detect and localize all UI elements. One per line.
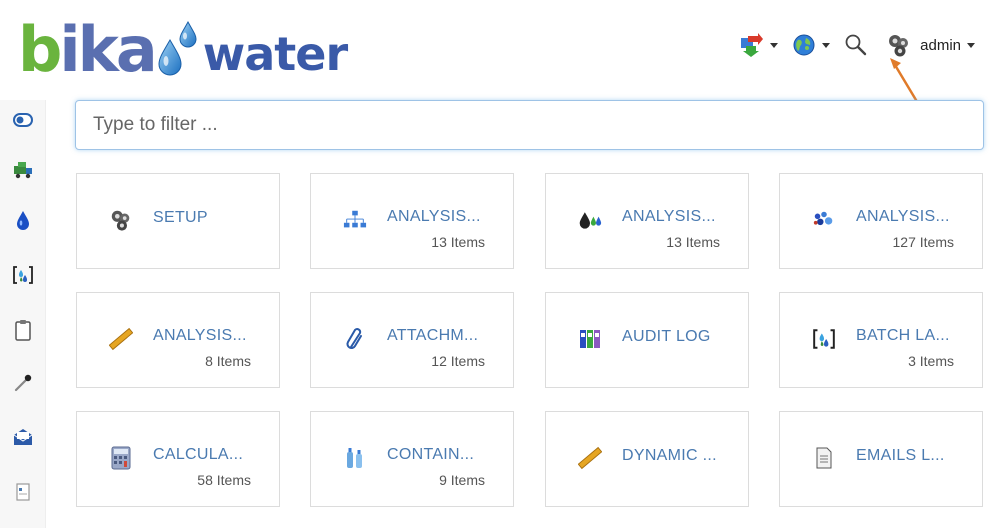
tile-title: ANALYSIS... xyxy=(622,208,716,225)
truck-icon xyxy=(14,162,32,179)
sample-bracket-icon xyxy=(13,266,33,284)
tile-analysis-3[interactable]: ANALYSIS... 127 Items xyxy=(779,173,983,269)
chevron-down-icon xyxy=(967,42,975,48)
tile-analysis-4[interactable]: ANALYSIS... 8 Items xyxy=(76,292,280,388)
sidebar-item-inbox[interactable] xyxy=(0,417,46,457)
tile-setup[interactable]: SETUP xyxy=(76,173,280,269)
tile-analysis-1[interactable]: ANALYSIS... 13 Items xyxy=(310,173,514,269)
filter-input[interactable] xyxy=(75,100,984,150)
tile-item-count: 13 Items xyxy=(666,234,720,250)
hierarchy-icon xyxy=(343,208,367,232)
search-icon xyxy=(845,34,867,56)
sidebar-item-reports[interactable] xyxy=(0,472,46,512)
search-button[interactable] xyxy=(844,33,868,57)
chevron-down-icon xyxy=(822,42,831,48)
import-export-icon xyxy=(741,33,764,57)
import-export-menu[interactable] xyxy=(738,32,779,58)
tile-title: CONTAIN... xyxy=(387,446,475,463)
tile-audit-log[interactable]: AUDIT LOG xyxy=(545,292,749,388)
tile-title: ANALYSIS... xyxy=(387,208,481,225)
tile-item-count: 12 Items xyxy=(431,353,485,369)
tile-title: AUDIT LOG xyxy=(622,328,711,345)
top-navigation: admin xyxy=(724,30,975,60)
tile-item-count: 58 Items xyxy=(197,472,251,488)
language-menu[interactable] xyxy=(792,33,831,57)
ruler-icon xyxy=(109,327,133,351)
tile-dynamic[interactable]: DYNAMIC ... xyxy=(545,411,749,507)
drops-icon xyxy=(578,208,602,232)
tile-item-count: 3 Items xyxy=(908,353,954,369)
sidebar-item-batches[interactable] xyxy=(0,255,46,295)
paperclip-icon xyxy=(343,327,367,351)
tile-analysis-2[interactable]: ANALYSIS... 13 Items xyxy=(545,173,749,269)
chevron-down-icon xyxy=(770,42,779,48)
sidebar-item-sampling[interactable] xyxy=(0,363,46,403)
sidebar-item-samples[interactable] xyxy=(0,200,46,240)
document-icon xyxy=(812,446,836,470)
bottles-icon xyxy=(343,446,367,470)
molecules-icon xyxy=(812,208,836,232)
logo-water-text: water xyxy=(202,27,348,81)
mail-icon xyxy=(13,429,33,445)
header: bika water admin xyxy=(0,0,995,90)
tile-attachments[interactable]: ATTACHM... 12 Items xyxy=(310,292,514,388)
tile-calculations[interactable]: CALCULA... 58 Items xyxy=(76,411,280,507)
tile-title: ANALYSIS... xyxy=(153,327,247,344)
tile-title: ANALYSIS... xyxy=(856,208,950,225)
sidebar-item-shipments[interactable] xyxy=(0,150,46,190)
logo-bika-text: bika xyxy=(18,13,158,86)
gears-icon xyxy=(109,208,133,232)
tile-containers[interactable]: CONTAIN... 9 Items xyxy=(310,411,514,507)
calculator-icon xyxy=(109,446,133,470)
tile-item-count: 127 Items xyxy=(892,234,954,250)
clipboard-icon xyxy=(15,320,31,341)
tile-batch-labels[interactable]: BATCH LA... 3 Items xyxy=(779,292,983,388)
ruler-icon xyxy=(578,446,602,470)
tile-title: SETUP xyxy=(153,209,208,226)
water-drops-icon xyxy=(158,20,197,76)
binders-icon xyxy=(578,327,602,351)
globe-icon xyxy=(793,34,815,56)
sample-bracket-icon xyxy=(812,327,836,351)
document-icon xyxy=(16,483,30,501)
tile-title: ATTACHM... xyxy=(387,327,479,344)
tile-title: BATCH LA... xyxy=(856,327,950,344)
sidebar xyxy=(0,100,46,528)
sidebar-toggle[interactable] xyxy=(0,100,46,140)
sidebar-item-worksheets[interactable] xyxy=(0,310,46,350)
tile-title: EMAILS L... xyxy=(856,447,945,464)
tile-item-count: 13 Items xyxy=(431,234,485,250)
tile-title: CALCULA... xyxy=(153,446,244,463)
username-label: admin xyxy=(920,36,961,54)
pipette-icon xyxy=(14,374,32,392)
tile-item-count: 9 Items xyxy=(439,472,485,488)
tile-item-count: 8 Items xyxy=(205,353,251,369)
tile-emails[interactable]: EMAILS L... xyxy=(779,411,983,507)
water-drop-icon xyxy=(17,211,29,230)
bika-water-logo[interactable]: bika water xyxy=(18,10,348,86)
tile-title: DYNAMIC ... xyxy=(622,447,717,464)
toggle-icon xyxy=(13,113,33,127)
